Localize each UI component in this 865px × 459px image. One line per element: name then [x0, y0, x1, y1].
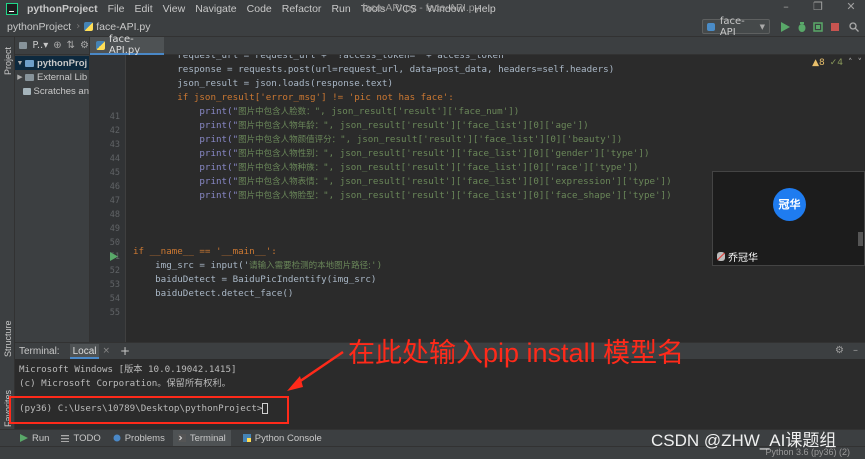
tool-tab-label: Run [32, 432, 50, 444]
run-icon [20, 434, 28, 442]
csdn-watermark: CSDN @ZHW_AI课题组 [651, 431, 837, 450]
list-icon [61, 435, 70, 442]
annotation-highlight-box [9, 396, 289, 424]
tool-tab-run[interactable]: Run [20, 433, 49, 444]
problems-icon [113, 434, 121, 442]
tool-tab-label: Python Console [254, 432, 322, 444]
tool-tab-label: Terminal [189, 432, 226, 444]
tool-tab-todo[interactable]: TODO [61, 432, 101, 444]
tool-tab-python-console[interactable]: Python Console [242, 432, 322, 444]
python-console-icon [242, 434, 251, 442]
annotation-arrow [287, 350, 344, 391]
tool-tab-label: Problems [124, 432, 165, 444]
tool-tab-terminal[interactable]: Terminal [172, 429, 231, 447]
annotation-text: 在此处输入pip install 模型名 [348, 338, 685, 368]
tool-tab-problems[interactable]: Problems [113, 433, 165, 444]
tool-tab-label: TODO [73, 432, 101, 444]
terminal-icon [177, 434, 186, 442]
